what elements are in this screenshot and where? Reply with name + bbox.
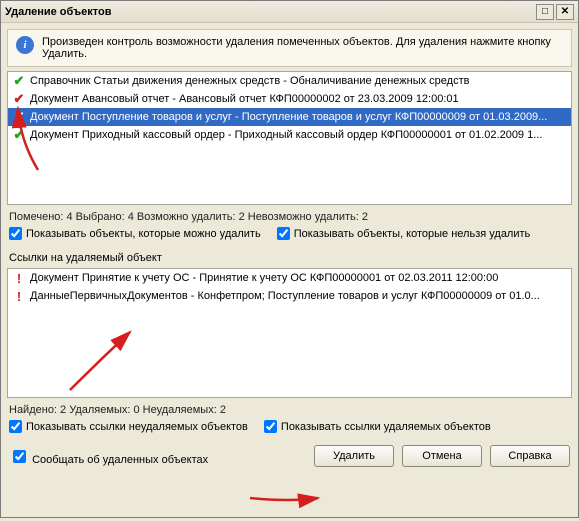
cb-label: Показывать ссылки неудаляемых объектов bbox=[26, 421, 248, 433]
list-item[interactable]: ! ДанныеПервичныхДокументов - Конфетпром… bbox=[8, 287, 571, 305]
checkbox[interactable] bbox=[277, 227, 290, 240]
list-item[interactable]: ✔ Документ Приходный кассовый ордер - Пр… bbox=[8, 126, 571, 144]
window-title: Удаление объектов bbox=[5, 6, 112, 18]
objects-list[interactable]: ✔ Справочник Статьи движения денежных ср… bbox=[7, 71, 572, 205]
info-text: Произведен контроль возможности удаления… bbox=[42, 36, 563, 60]
exclamation-icon: ! bbox=[12, 271, 26, 286]
filter-row-2: Показывать ссылки неудаляемых объектов П… bbox=[1, 418, 578, 439]
refs-title: Ссылки на удаляемый объект bbox=[1, 246, 578, 266]
list-item-text: Справочник Статьи движения денежных сред… bbox=[30, 75, 469, 87]
list-item-text: Документ Принятие к учету ОС - Принятие … bbox=[30, 272, 498, 284]
refs-list[interactable]: ! Документ Принятие к учету ОС - Приняти… bbox=[7, 268, 572, 398]
list-item-text: Документ Поступление товаров и услуг - П… bbox=[30, 111, 547, 123]
delete-button[interactable]: Удалить bbox=[314, 445, 394, 467]
check-ok-icon: ✔ bbox=[12, 127, 26, 143]
help-button[interactable]: Справка bbox=[490, 445, 570, 467]
cb-show-deletable[interactable]: Показывать объекты, которые можно удалит… bbox=[9, 227, 261, 240]
info-panel: i Произведен контроль возможности удален… bbox=[7, 29, 572, 67]
cb-show-del-refs[interactable]: Показывать ссылки удаляемых объектов bbox=[264, 420, 491, 433]
cb-show-nondel-refs[interactable]: Показывать ссылки неудаляемых объектов bbox=[9, 420, 248, 433]
cb-label: Показывать объекты, которые можно удалит… bbox=[26, 228, 261, 240]
info-icon: i bbox=[16, 36, 34, 54]
list-item[interactable]: ✔ Документ Поступление товаров и услуг -… bbox=[8, 108, 571, 126]
filter-row-1: Показывать объекты, которые можно удалит… bbox=[1, 225, 578, 246]
checkbox[interactable] bbox=[9, 420, 22, 433]
check-bad-icon: ✔ bbox=[12, 91, 26, 107]
checkbox[interactable] bbox=[9, 227, 22, 240]
cb-label: Показывать объекты, которые нельзя удали… bbox=[294, 228, 531, 240]
cb-label: Сообщать об удаленных объектах bbox=[32, 454, 208, 466]
cb-report-deleted[interactable]: Сообщать об удаленных объектах bbox=[9, 447, 208, 466]
summary-marked: Помечено: 4 Выбрано: 4 Возможно удалить:… bbox=[1, 207, 578, 225]
list-item-text: Документ Авансовый отчет - Авансовый отч… bbox=[30, 93, 459, 105]
cancel-button[interactable]: Отмена bbox=[402, 445, 482, 467]
checkbox[interactable] bbox=[13, 450, 26, 463]
list-item[interactable]: ✔ Документ Авансовый отчет - Авансовый о… bbox=[8, 90, 571, 108]
list-item-text: ДанныеПервичныхДокументов - Конфетпром; … bbox=[30, 290, 540, 302]
list-item[interactable]: ✔ Справочник Статьи движения денежных ср… bbox=[8, 72, 571, 90]
list-item-text: Документ Приходный кассовый ордер - Прих… bbox=[30, 129, 542, 141]
check-ok-icon: ✔ bbox=[12, 73, 26, 89]
checkbox[interactable] bbox=[264, 420, 277, 433]
exclamation-icon: ! bbox=[12, 289, 26, 304]
footer: Сообщать об удаленных объектах Удалить О… bbox=[1, 439, 578, 473]
cb-label: Показывать ссылки удаляемых объектов bbox=[281, 421, 491, 433]
close-icon[interactable]: ✕ bbox=[556, 4, 574, 20]
maximize-icon[interactable]: □ bbox=[536, 4, 554, 20]
check-bad-icon: ✔ bbox=[12, 109, 26, 125]
summary-found: Найдено: 2 Удаляемых: 0 Неудаляемых: 2 bbox=[1, 400, 578, 418]
list-item[interactable]: ! Документ Принятие к учету ОС - Приняти… bbox=[8, 269, 571, 287]
cb-show-nondeletable[interactable]: Показывать объекты, которые нельзя удали… bbox=[277, 227, 531, 240]
titlebar: Удаление объектов □ ✕ bbox=[1, 1, 578, 23]
